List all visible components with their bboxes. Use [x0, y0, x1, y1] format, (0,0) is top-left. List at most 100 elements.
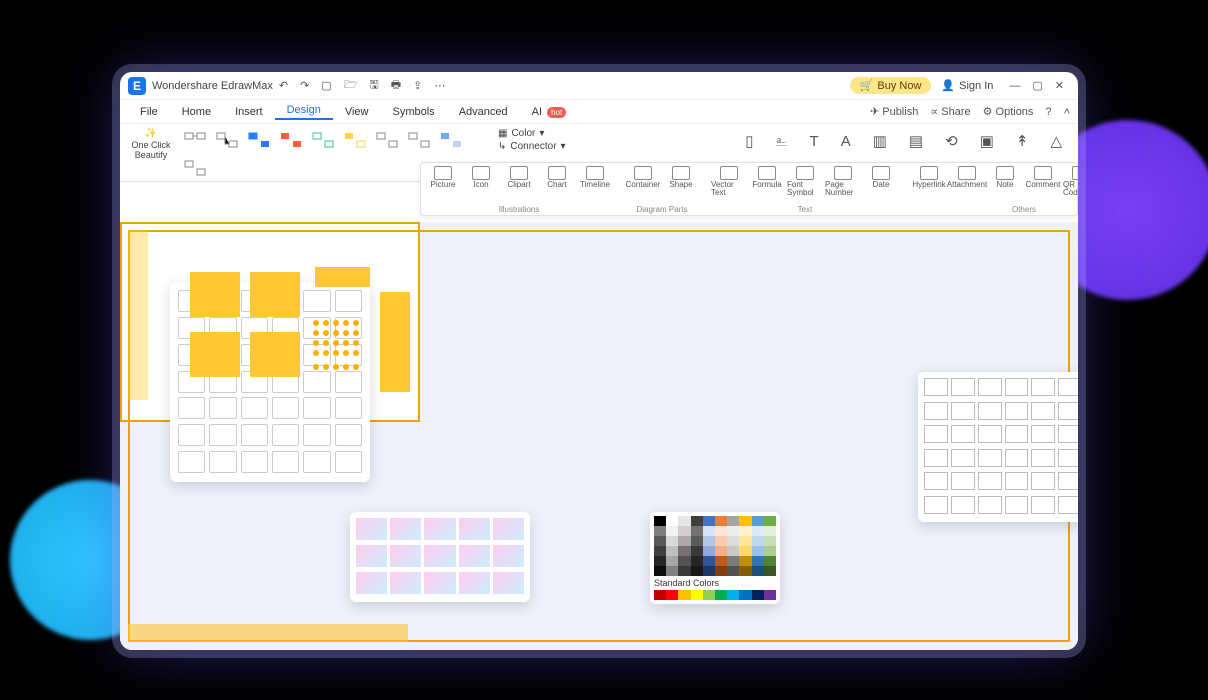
chart-shape[interactable]	[424, 545, 455, 567]
color-swatch[interactable]	[691, 536, 703, 546]
color-swatch[interactable]	[752, 566, 764, 576]
color-swatch[interactable]	[752, 526, 764, 536]
appliance-shape[interactable]	[1005, 449, 1029, 467]
color-swatch[interactable]	[739, 590, 751, 600]
chart-shape[interactable]	[424, 518, 455, 540]
page-break-icon[interactable]: ⎁	[776, 133, 788, 150]
appliance-shape[interactable]	[1058, 472, 1078, 490]
insert-formula[interactable]: Formula	[749, 163, 785, 200]
appliance-shape[interactable]	[951, 449, 975, 467]
shape-style-6[interactable]	[340, 128, 370, 154]
open-button[interactable]: 🗁	[338, 76, 364, 95]
color-swatch[interactable]	[703, 546, 715, 556]
insert-container[interactable]: Container	[625, 163, 661, 192]
buy-now-button[interactable]: 🛒 Buy Now	[850, 77, 932, 94]
undo-button[interactable]: ↶	[273, 79, 294, 92]
appliance-shape[interactable]	[1005, 402, 1029, 420]
redo-button[interactable]: ↷	[294, 79, 315, 92]
color-swatch[interactable]	[666, 556, 678, 566]
window-minimize[interactable]: —	[1003, 80, 1026, 92]
appliance-shape[interactable]	[924, 472, 948, 490]
font-icon[interactable]: A	[841, 133, 851, 150]
appliance-shape[interactable]	[1005, 425, 1029, 443]
color-swatch[interactable]	[678, 566, 690, 576]
color-swatch[interactable]	[654, 556, 666, 566]
color-swatch[interactable]	[666, 536, 678, 546]
color-swatch[interactable]	[654, 536, 666, 546]
appliance-shape[interactable]	[924, 402, 948, 420]
insert-hyperlink[interactable]: Hyperlink	[911, 163, 947, 200]
color-swatch[interactable]	[715, 516, 727, 526]
window-maximize[interactable]: ▢	[1026, 79, 1048, 92]
color-swatch[interactable]	[764, 590, 776, 600]
color-swatch[interactable]	[752, 556, 764, 566]
options-button[interactable]: ⚙ Options	[983, 105, 1034, 118]
insert-page-number[interactable]: Page Number	[825, 163, 861, 200]
color-swatch[interactable]	[727, 590, 739, 600]
warning-icon[interactable]: △	[1050, 132, 1062, 150]
appliance-shape[interactable]	[1005, 496, 1029, 514]
color-swatch[interactable]	[764, 516, 776, 526]
appliance-shape[interactable]	[978, 472, 1002, 490]
insert-vector-text[interactable]: Vector Text	[711, 163, 747, 200]
color-swatch[interactable]	[666, 516, 678, 526]
color-swatch[interactable]	[739, 546, 751, 556]
color-swatch[interactable]	[654, 546, 666, 556]
color-swatch[interactable]	[666, 566, 678, 576]
appliance-shape[interactable]	[978, 402, 1002, 420]
color-dropdown[interactable]: ▦Color ▾	[498, 128, 566, 139]
color-swatch[interactable]	[727, 566, 739, 576]
appliance-shape[interactable]	[1058, 496, 1078, 514]
chart-shape[interactable]	[493, 572, 524, 594]
appliance-shape[interactable]	[1031, 425, 1055, 443]
distribute-icon[interactable]: ▤	[909, 132, 923, 150]
appliance-shape[interactable]	[951, 378, 975, 396]
shape-style-2[interactable]	[212, 128, 242, 154]
color-swatch[interactable]	[715, 536, 727, 546]
color-picker-panel[interactable]: Standard Colors	[650, 512, 780, 604]
menu-symbols[interactable]: Symbols	[381, 106, 447, 118]
color-swatch[interactable]	[654, 566, 666, 576]
chart-shape[interactable]	[493, 518, 524, 540]
appliance-shape[interactable]	[951, 496, 975, 514]
shape-style-10[interactable]	[180, 156, 210, 182]
color-swatch[interactable]	[703, 556, 715, 566]
appliance-shape[interactable]	[1058, 425, 1078, 443]
color-swatch[interactable]	[703, 536, 715, 546]
arrow-icon[interactable]: ↟	[1016, 132, 1029, 150]
shape-style-9[interactable]	[436, 128, 466, 154]
insert-picture[interactable]: Picture	[425, 163, 461, 192]
menu-file[interactable]: File	[128, 106, 170, 118]
appliances-shapes-panel[interactable]	[918, 372, 1078, 522]
chart-shapes-panel[interactable]	[350, 512, 530, 602]
appliance-shape[interactable]	[1058, 402, 1078, 420]
color-swatch[interactable]	[739, 526, 751, 536]
appliance-shape[interactable]	[1058, 449, 1078, 467]
color-swatch[interactable]	[715, 526, 727, 536]
save-button[interactable]: 🖫	[363, 76, 384, 95]
color-swatch[interactable]	[752, 536, 764, 546]
appliance-shape[interactable]	[978, 425, 1002, 443]
menu-advanced[interactable]: Advanced	[447, 106, 520, 118]
color-swatch[interactable]	[691, 590, 703, 600]
appliance-shape[interactable]	[978, 449, 1002, 467]
chart-shape[interactable]	[459, 545, 490, 567]
insert-shape[interactable]: Shape	[663, 163, 699, 192]
chart-shape[interactable]	[390, 545, 421, 567]
chart-shape[interactable]	[390, 518, 421, 540]
chart-shape[interactable]	[356, 545, 387, 567]
color-swatch[interactable]	[739, 556, 751, 566]
color-swatch[interactable]	[715, 566, 727, 576]
color-swatch[interactable]	[666, 546, 678, 556]
connector-dropdown[interactable]: ↳Connector ▾	[498, 141, 566, 152]
chart-shape[interactable]	[459, 572, 490, 594]
shape-style-1[interactable]	[180, 128, 210, 154]
menu-home[interactable]: Home	[170, 106, 223, 118]
color-swatch[interactable]	[678, 516, 690, 526]
appliance-shape[interactable]	[951, 402, 975, 420]
color-swatch[interactable]	[666, 526, 678, 536]
color-swatch[interactable]	[654, 526, 666, 536]
window-close[interactable]: ✕	[1049, 79, 1070, 92]
color-swatch[interactable]	[691, 556, 703, 566]
group-icon[interactable]: ▣	[980, 132, 994, 150]
